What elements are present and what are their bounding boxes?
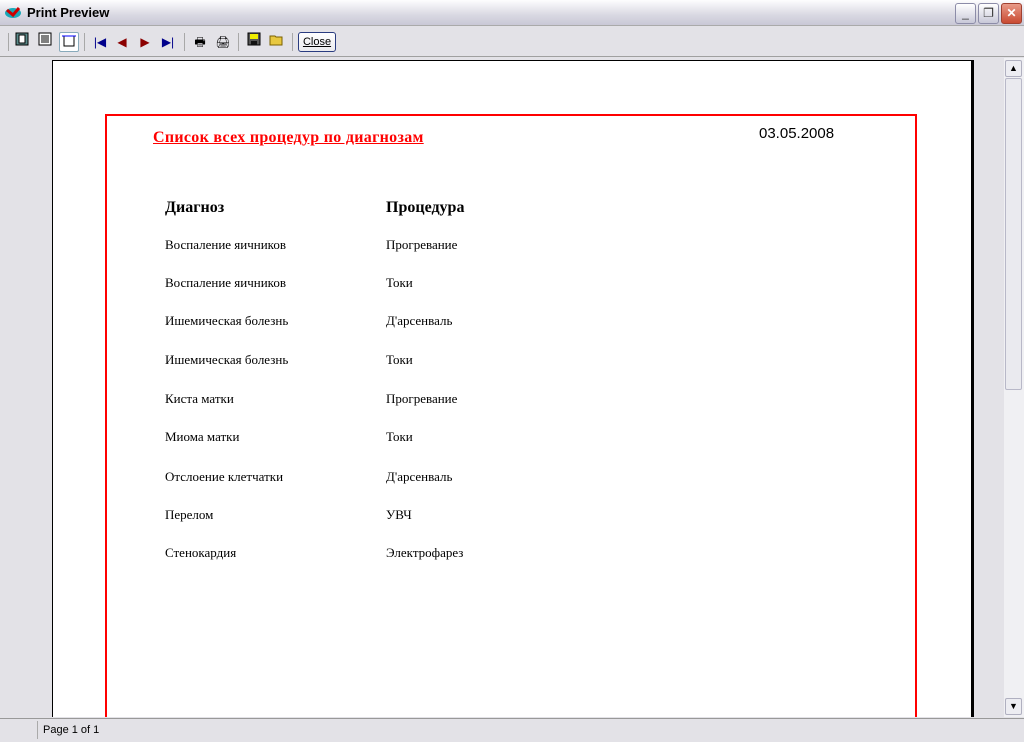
page-indicator: Page 1 of 1 <box>43 724 100 736</box>
save-icon[interactable] <box>244 32 264 52</box>
procedure-cell: Прогревание <box>386 391 458 406</box>
diagnosis-cell: Воспаление яичников <box>165 237 286 252</box>
separator <box>238 33 239 51</box>
diagnosis-cell: Отслоение клетчатки <box>165 469 284 484</box>
procedure-cell: Токи <box>386 275 413 290</box>
page-width-icon[interactable] <box>59 32 79 52</box>
procedure-cell: Токи <box>386 429 413 444</box>
last-page-icon[interactable]: ▶| <box>158 32 178 52</box>
previous-page-icon[interactable]: ◀ <box>112 32 132 52</box>
diagnosis-cell: Миома матки <box>165 429 240 444</box>
procedure-cell: Д'арсенваль <box>386 469 453 484</box>
separator <box>184 33 185 51</box>
toolbar: |◀ ◀ ▶ ▶| 🖶 🖨 Close <box>0 27 1024 57</box>
procedure-cell: УВЧ <box>386 507 412 522</box>
column-header-diagnosis: Диагноз <box>165 199 225 216</box>
separator <box>8 33 9 51</box>
report-title: Список всех процедур по диагнозам <box>153 129 424 146</box>
procedure-cell: Электрофарез <box>386 545 464 560</box>
separator <box>84 33 85 51</box>
app-icon <box>4 4 22 20</box>
open-icon[interactable] <box>267 32 287 52</box>
vertical-scrollbar[interactable]: ▲ ▼ <box>1004 58 1024 717</box>
minimize-button[interactable]: _ <box>955 3 976 24</box>
scroll-down-icon[interactable]: ▼ <box>1005 698 1022 715</box>
report-border <box>105 114 917 717</box>
printer-setup-icon[interactable]: 🖶 <box>190 32 210 52</box>
procedure-cell: Прогревание <box>386 237 458 252</box>
close-button[interactable]: Close <box>298 32 336 52</box>
restore-button[interactable]: ❐ <box>978 3 999 24</box>
first-page-icon[interactable]: |◀ <box>90 32 110 52</box>
scroll-up-icon[interactable]: ▲ <box>1005 60 1022 77</box>
status-pane <box>2 721 38 739</box>
diagnosis-cell: Ишемическая болезнь <box>165 352 289 367</box>
diagnosis-cell: Стенокардия <box>165 545 237 560</box>
status-bar: Page 1 of 1 <box>0 718 1024 742</box>
multi-page-icon[interactable] <box>35 32 55 52</box>
window-title: Print Preview <box>27 5 110 20</box>
procedure-cell: Токи <box>386 352 413 367</box>
print-icon[interactable]: 🖨 <box>213 32 233 52</box>
procedure-cell: Д'арсенваль <box>386 313 453 328</box>
diagnosis-cell: Киста матки <box>165 391 234 406</box>
close-window-button[interactable]: ✕ <box>1001 3 1022 24</box>
separator <box>292 33 293 51</box>
diagnosis-cell: Воспаление яичников <box>165 275 286 290</box>
diagnosis-cell: Ишемическая болезнь <box>165 313 289 328</box>
next-page-icon[interactable]: ▶ <box>135 32 155 52</box>
report-date: 03.05.2008 <box>759 125 835 142</box>
report-page: Список всех процедур по диагнозам 03.05.… <box>52 60 974 717</box>
diagnosis-cell: Перелом <box>165 507 214 522</box>
column-header-procedure: Процедура <box>386 199 465 216</box>
scroll-thumb[interactable] <box>1005 78 1022 390</box>
title-bar: Print Preview _ ❐ ✕ <box>0 0 1024 26</box>
preview-area: Список всех процедур по диагнозам 03.05.… <box>0 58 1004 717</box>
one-page-icon[interactable] <box>12 32 32 52</box>
